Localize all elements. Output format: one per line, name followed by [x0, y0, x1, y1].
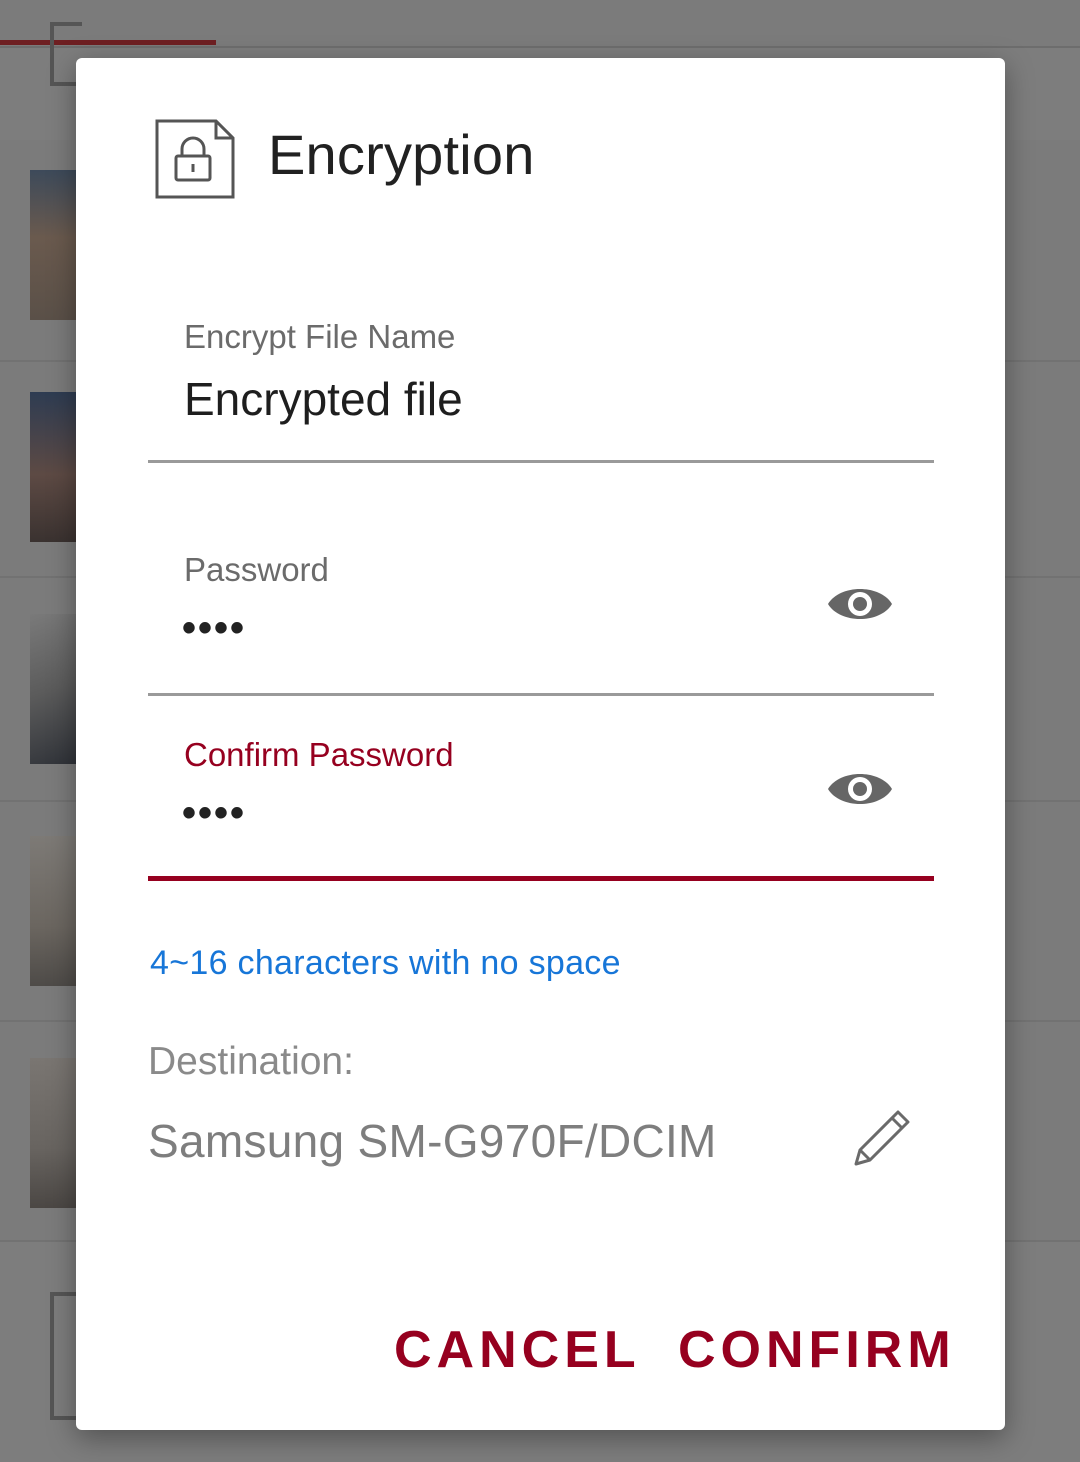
confirm-password-label: Confirm Password — [184, 736, 454, 773]
confirm-password-underline — [148, 876, 934, 881]
background-tab-indicator — [0, 40, 216, 45]
eye-icon[interactable] — [826, 580, 894, 628]
password-underline — [148, 693, 934, 696]
password-input[interactable]: •••• — [182, 606, 246, 651]
eye-icon[interactable] — [826, 765, 894, 813]
confirm-button[interactable]: CONFIRM — [678, 1320, 956, 1380]
background-thumbnail — [30, 836, 78, 986]
background-thumbnail — [30, 170, 78, 320]
password-hint: 4~16 characters with no space — [150, 944, 621, 982]
confirm-password-input[interactable]: •••• — [182, 791, 246, 836]
background-thumbnail — [30, 1058, 78, 1208]
pencil-icon[interactable] — [848, 1106, 914, 1172]
destination-label: Destination: — [148, 1040, 354, 1083]
file-name-label: Encrypt File Name — [184, 318, 456, 355]
background-thumbnail — [30, 392, 78, 542]
password-label: Password — [184, 551, 329, 588]
background-thumbnail — [30, 614, 78, 764]
locked-file-icon — [155, 119, 235, 199]
cancel-button[interactable]: CANCEL — [394, 1320, 641, 1380]
file-name-underline — [148, 460, 934, 463]
encryption-dialog: Encryption Encrypt File Name Encrypted f… — [76, 58, 1005, 1430]
file-name-input[interactable]: Encrypted file — [184, 372, 463, 426]
dialog-title: Encryption — [268, 123, 535, 186]
destination-path: Samsung SM-G970F/DCIM — [148, 1115, 717, 1167]
